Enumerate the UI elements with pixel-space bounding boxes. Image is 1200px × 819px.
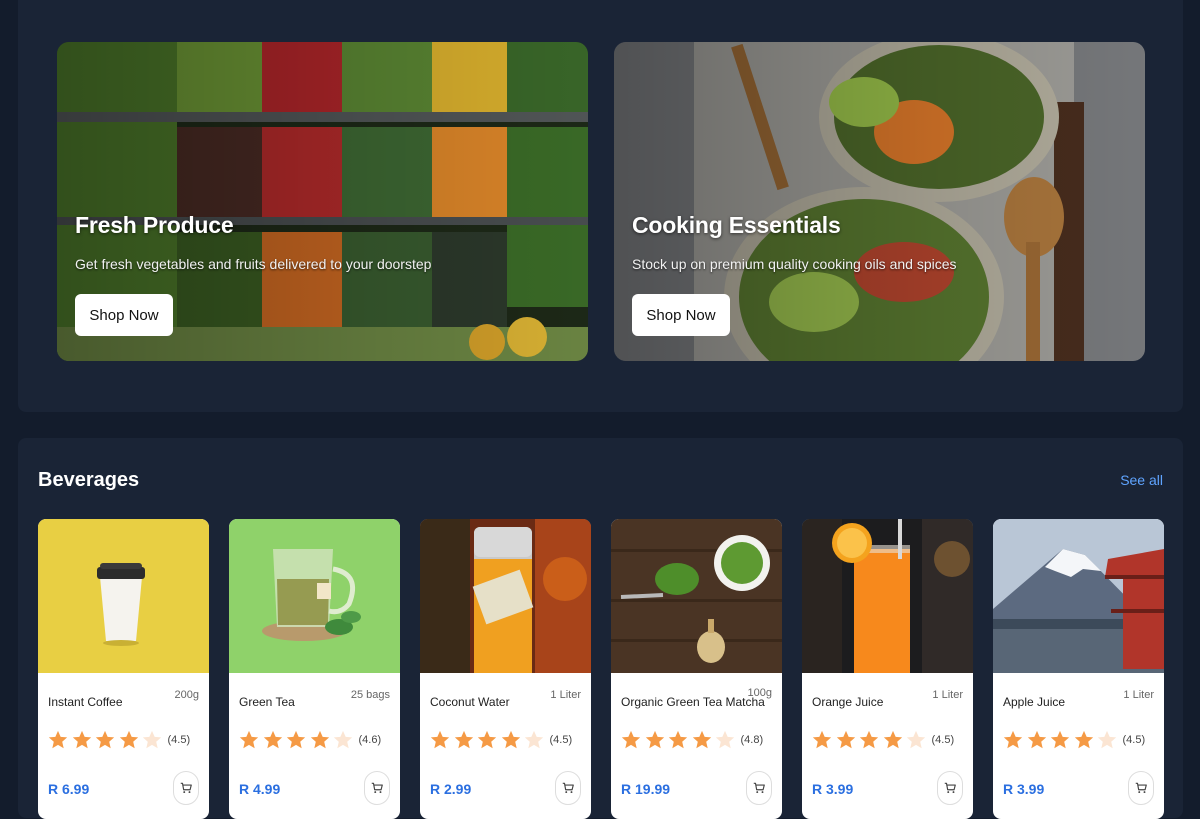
star-icon bbox=[835, 729, 857, 751]
product-card[interactable]: Coconut Water 1 Liter (4.5) R 2.99 bbox=[420, 519, 591, 819]
promo-subtitle: Get fresh vegetables and fruits delivere… bbox=[75, 256, 432, 272]
star-icon bbox=[691, 729, 713, 751]
star-empty-icon bbox=[332, 729, 354, 751]
cart-icon bbox=[1135, 782, 1147, 794]
beverages-section: Beverages See all Instant Coffee 200g (4… bbox=[18, 438, 1183, 819]
star-empty-icon bbox=[714, 729, 736, 751]
product-price: R 2.99 bbox=[430, 781, 472, 797]
product-price: R 3.99 bbox=[1003, 781, 1045, 797]
product-rating: (4.5) bbox=[811, 729, 954, 751]
product-image bbox=[993, 519, 1164, 673]
promo-card-cooking-essentials[interactable]: Cooking Essentials Stock up on premium q… bbox=[614, 42, 1145, 361]
cart-icon bbox=[371, 782, 383, 794]
product-rating: (4.5) bbox=[429, 729, 572, 751]
shop-now-button-cooking-essentials[interactable]: Shop Now bbox=[632, 294, 730, 336]
star-empty-icon bbox=[141, 729, 163, 751]
rating-value: (4.5) bbox=[549, 734, 573, 746]
product-size: 1 Liter bbox=[1123, 689, 1154, 701]
rating-value: (4.6) bbox=[358, 734, 382, 746]
product-rating: (4.8) bbox=[620, 729, 763, 751]
star-empty-icon bbox=[1096, 729, 1118, 751]
star-empty-icon bbox=[523, 729, 545, 751]
star-icon bbox=[47, 729, 69, 751]
star-icon bbox=[1002, 729, 1024, 751]
promo-card-fresh-produce[interactable]: Fresh Produce Get fresh vegetables and f… bbox=[57, 42, 588, 361]
promo-banner-section: Fresh Produce Get fresh vegetables and f… bbox=[18, 0, 1183, 412]
rating-value: (4.5) bbox=[1122, 734, 1146, 746]
star-icon bbox=[858, 729, 880, 751]
rating-value: (4.5) bbox=[167, 734, 191, 746]
star-icon bbox=[1073, 729, 1095, 751]
cart-icon bbox=[753, 782, 765, 794]
star-icon bbox=[285, 729, 307, 751]
product-card[interactable]: Instant Coffee 200g (4.5) R 6.99 bbox=[38, 519, 209, 819]
shop-now-button-fresh-produce[interactable]: Shop Now bbox=[75, 294, 173, 336]
star-icon bbox=[1049, 729, 1071, 751]
product-price: R 19.99 bbox=[621, 781, 671, 797]
star-icon bbox=[453, 729, 475, 751]
product-price: R 4.99 bbox=[239, 781, 281, 797]
product-size: 25 bags bbox=[350, 689, 390, 701]
star-icon bbox=[811, 729, 833, 751]
product-size: 1 Liter bbox=[550, 689, 581, 701]
star-icon bbox=[882, 729, 904, 751]
product-rating: (4.5) bbox=[47, 729, 190, 751]
promo-title: Fresh Produce bbox=[75, 212, 234, 238]
see-all-link[interactable]: See all bbox=[1120, 472, 1163, 488]
promo-subtitle: Stock up on premium quality cooking oils… bbox=[632, 256, 957, 272]
product-name: Green Tea bbox=[239, 695, 295, 709]
star-icon bbox=[429, 729, 451, 751]
product-card[interactable]: Orange Juice 1 Liter (4.5) R 3.99 bbox=[802, 519, 973, 819]
product-image bbox=[38, 519, 209, 673]
section-title: Beverages bbox=[38, 469, 140, 491]
promo-title: Cooking Essentials bbox=[632, 212, 841, 238]
star-icon bbox=[1026, 729, 1048, 751]
product-name: Orange Juice bbox=[812, 695, 884, 709]
rating-value: (4.8) bbox=[740, 734, 764, 746]
cart-icon bbox=[944, 782, 956, 794]
product-rating: (4.6) bbox=[238, 729, 381, 751]
product-image bbox=[229, 519, 400, 673]
star-icon bbox=[238, 729, 260, 751]
star-icon bbox=[476, 729, 498, 751]
star-icon bbox=[644, 729, 666, 751]
product-name: Apple Juice bbox=[1003, 695, 1066, 709]
star-icon bbox=[500, 729, 522, 751]
cart-icon bbox=[180, 782, 192, 794]
cart-icon bbox=[562, 782, 574, 794]
product-card[interactable]: Organic Green Tea Matcha 100g (4.8) R 19… bbox=[611, 519, 782, 819]
product-image bbox=[802, 519, 973, 673]
star-icon bbox=[71, 729, 93, 751]
product-image bbox=[611, 519, 782, 673]
product-rating: (4.5) bbox=[1002, 729, 1145, 751]
star-icon bbox=[620, 729, 642, 751]
star-empty-icon bbox=[905, 729, 927, 751]
product-name: Organic Green Tea Matcha bbox=[621, 695, 765, 709]
product-image bbox=[420, 519, 591, 673]
product-card[interactable]: Green Tea 25 bags (4.6) R 4.99 bbox=[229, 519, 400, 819]
product-price: R 6.99 bbox=[48, 781, 90, 797]
product-name: Instant Coffee bbox=[48, 695, 123, 709]
star-icon bbox=[309, 729, 331, 751]
product-price: R 3.99 bbox=[812, 781, 854, 797]
star-icon bbox=[667, 729, 689, 751]
star-icon bbox=[94, 729, 116, 751]
star-icon bbox=[262, 729, 284, 751]
product-size: 200g bbox=[174, 689, 199, 701]
product-size: 100g bbox=[747, 687, 772, 699]
rating-value: (4.5) bbox=[931, 734, 955, 746]
product-name: Coconut Water bbox=[430, 695, 510, 709]
star-icon bbox=[118, 729, 140, 751]
product-size: 1 Liter bbox=[932, 689, 963, 701]
product-card[interactable]: Apple Juice 1 Liter (4.5) R 3.99 bbox=[993, 519, 1164, 819]
